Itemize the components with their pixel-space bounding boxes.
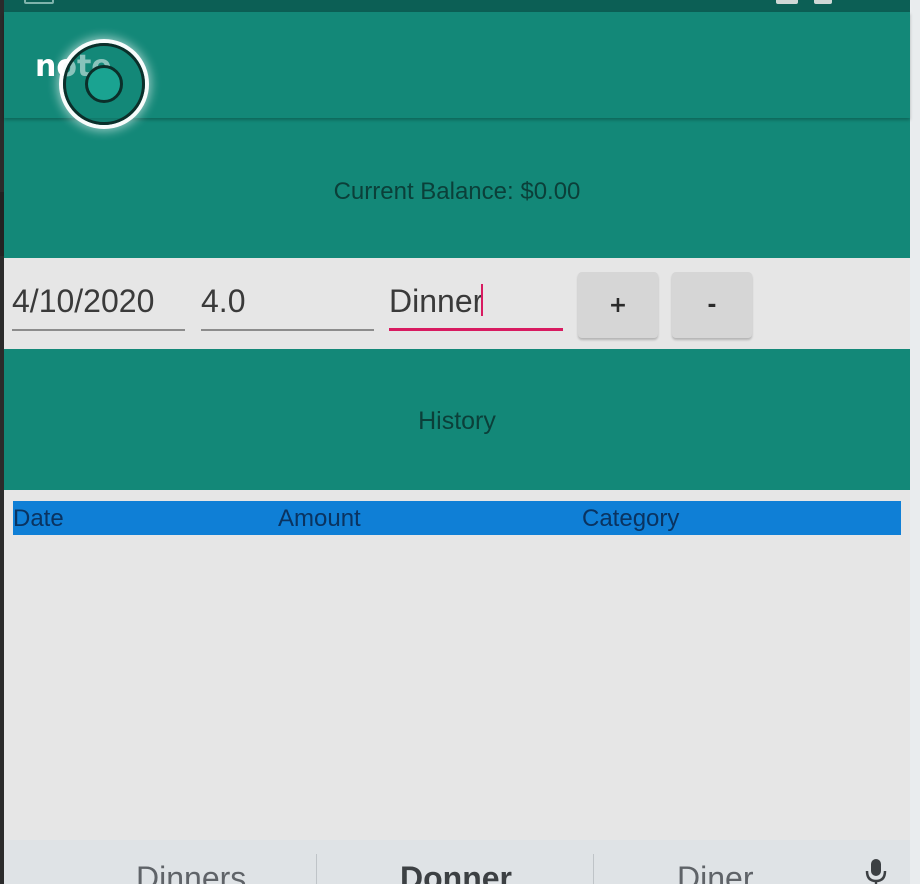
column-header-date: Date xyxy=(13,505,64,532)
keyboard-suggestion-bar: Dinners Donner Diner xyxy=(4,840,910,884)
history-label: History xyxy=(418,407,496,435)
signal-icon xyxy=(814,0,832,4)
suggestion-2[interactable]: Donner xyxy=(400,860,512,884)
suggestion-3[interactable]: Diner xyxy=(677,860,753,884)
current-balance-label: Current Balance: $0.00 xyxy=(333,178,581,205)
history-table-header: Date Amount Category xyxy=(13,501,901,535)
notification-icon xyxy=(24,0,54,4)
balance-panel: Current Balance: $0.00 xyxy=(4,118,910,258)
battery-icon xyxy=(776,0,798,4)
suggestion-divider xyxy=(316,854,317,884)
window-edge xyxy=(910,0,920,884)
touch-indicator xyxy=(63,43,145,125)
status-bar xyxy=(4,0,910,12)
history-panel: History xyxy=(4,349,910,490)
subtract-button[interactable]: - xyxy=(672,272,752,338)
amount-field[interactable]: 4.0 xyxy=(201,283,374,331)
category-field[interactable]: Dinner xyxy=(389,283,563,331)
add-button[interactable]: + xyxy=(578,272,658,338)
microphone-icon[interactable] xyxy=(864,858,888,884)
column-header-amount: Amount xyxy=(278,505,361,532)
entry-row: 4/10/2020 4.0 Dinner + - xyxy=(4,258,910,349)
suggestion-1[interactable]: Dinners xyxy=(136,860,246,884)
category-field-text: Dinner xyxy=(389,283,484,319)
device-screen: note Current Balance: $0.00 4/10/2020 4.… xyxy=(0,0,920,884)
date-field[interactable]: 4/10/2020 xyxy=(12,283,185,331)
suggestion-divider xyxy=(593,854,594,884)
app-window: note Current Balance: $0.00 4/10/2020 4.… xyxy=(4,12,910,884)
column-header-category: Category xyxy=(582,505,680,532)
text-cursor xyxy=(481,284,484,316)
touch-point-icon xyxy=(85,65,123,103)
